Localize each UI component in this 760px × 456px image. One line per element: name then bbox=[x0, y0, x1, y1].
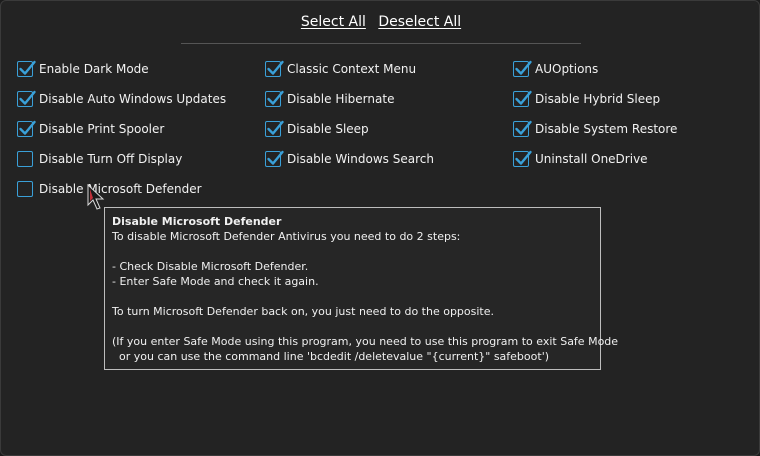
select-all-link[interactable]: Select All bbox=[301, 14, 366, 30]
checkbox-checked-icon[interactable] bbox=[513, 150, 532, 167]
tooltip-safe-mode-note-2: or you can use the command line 'bcdedit… bbox=[112, 350, 550, 363]
option-label: Disable Hybrid Sleep bbox=[535, 92, 661, 106]
tooltip-title: Disable Microsoft Defender bbox=[112, 215, 282, 228]
option-classic-context-menu[interactable]: Classic Context Menu bbox=[265, 59, 416, 79]
mouse-cursor-icon bbox=[87, 183, 107, 218]
option-label: Disable Hibernate bbox=[287, 92, 395, 106]
checkbox-checked-icon[interactable] bbox=[513, 90, 532, 107]
option-label: Disable System Restore bbox=[535, 122, 678, 136]
option-label: Enable Dark Mode bbox=[39, 62, 149, 76]
option-label: Disable Auto Windows Updates bbox=[39, 92, 227, 106]
tooltip-turn-on-note: To turn Microsoft Defender back on, you … bbox=[112, 305, 495, 318]
deselect-all-link[interactable]: Deselect All bbox=[378, 14, 461, 30]
option-enable-dark-mode[interactable]: Enable Dark Mode bbox=[17, 59, 149, 79]
option-label: Disable Print Spooler bbox=[39, 122, 165, 136]
tooltip-step-1: - Check Disable Microsoft Defender. bbox=[112, 260, 309, 273]
option-auoptions[interactable]: AUOptions bbox=[513, 59, 598, 79]
header-divider bbox=[181, 43, 581, 44]
option-label: Uninstall OneDrive bbox=[535, 152, 648, 166]
app-window: Select All Deselect All Enable Dark Mode… bbox=[0, 0, 760, 456]
option-label: AUOptions bbox=[535, 62, 599, 76]
checkbox-checked-icon[interactable] bbox=[513, 120, 532, 137]
option-uninstall-onedrive[interactable]: Uninstall OneDrive bbox=[513, 149, 648, 169]
option-label: Disable Windows Search bbox=[287, 152, 434, 166]
checkbox-checked-icon[interactable] bbox=[513, 60, 532, 77]
tooltip-disable-microsoft-defender: Disable Microsoft Defender To disable Mi… bbox=[104, 207, 619, 370]
option-disable-print-spooler[interactable]: Disable Print Spooler bbox=[17, 119, 164, 139]
checkbox-checked-icon[interactable] bbox=[265, 90, 284, 107]
option-disable-windows-search[interactable]: Disable Windows Search bbox=[265, 149, 434, 169]
option-label: Classic Context Menu bbox=[287, 62, 417, 76]
option-disable-turn-off-display[interactable]: Disable Turn Off Display bbox=[17, 149, 182, 169]
option-label: Disable Microsoft Defender bbox=[39, 182, 202, 196]
option-disable-sleep[interactable]: Disable Sleep bbox=[265, 119, 369, 139]
option-disable-microsoft-defender[interactable]: Disable Microsoft Defender bbox=[17, 179, 202, 199]
tooltip-step-2: - Enter Safe Mode and check it again. bbox=[112, 275, 319, 288]
tooltip-intro: To disable Microsoft Defender Antivirus … bbox=[112, 230, 461, 243]
tooltip-safe-mode-note-1: (If you enter Safe Mode using this progr… bbox=[112, 335, 619, 348]
checkbox-checked-icon[interactable] bbox=[265, 150, 284, 167]
option-disable-system-restore[interactable]: Disable System Restore bbox=[513, 119, 677, 139]
checkbox-checked-icon[interactable] bbox=[17, 60, 36, 77]
checkbox-checked-icon[interactable] bbox=[17, 120, 36, 137]
checkbox-unchecked-icon[interactable] bbox=[17, 181, 33, 197]
checkbox-checked-icon[interactable] bbox=[17, 90, 36, 107]
checkbox-checked-icon[interactable] bbox=[265, 120, 284, 137]
checkbox-checked-icon[interactable] bbox=[265, 60, 284, 77]
option-disable-hibernate[interactable]: Disable Hibernate bbox=[265, 89, 394, 109]
option-disable-auto-windows-updates[interactable]: Disable Auto Windows Updates bbox=[17, 89, 226, 109]
selection-links: Select All Deselect All bbox=[1, 14, 760, 30]
option-label: Disable Sleep bbox=[287, 122, 369, 136]
checkbox-unchecked-icon[interactable] bbox=[17, 151, 33, 167]
option-label: Disable Turn Off Display bbox=[39, 152, 183, 166]
option-disable-hybrid-sleep[interactable]: Disable Hybrid Sleep bbox=[513, 89, 660, 109]
